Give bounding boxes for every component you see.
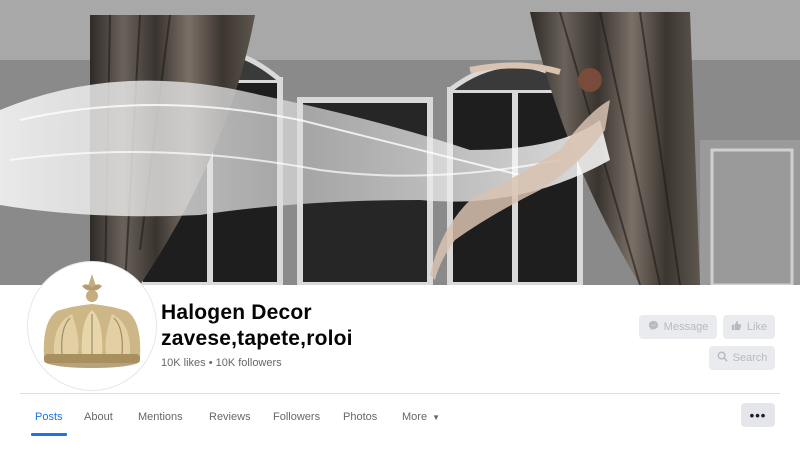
likes-count[interactable]: 10K likes — [161, 357, 206, 369]
tab-reviews[interactable]: Reviews — [209, 400, 251, 434]
more-options-button[interactable]: ••• — [741, 403, 775, 427]
search-icon — [717, 351, 728, 365]
search-button-label: Search — [732, 352, 768, 364]
page-title: Halogen Decor zavese,tapete,roloi — [161, 301, 353, 350]
search-button[interactable]: Search — [709, 346, 775, 370]
stats-separator: • — [208, 357, 213, 369]
like-button-label: Like — [746, 321, 768, 333]
profile-avatar[interactable] — [28, 262, 156, 390]
tab-about[interactable]: About — [84, 400, 113, 434]
tab-followers[interactable]: Followers — [273, 400, 320, 434]
followers-count[interactable]: 10K followers — [216, 357, 282, 369]
tab-more-label: More — [402, 411, 428, 423]
cover-image — [0, 0, 800, 285]
header-divider — [20, 393, 780, 394]
like-button[interactable]: Like — [723, 315, 775, 339]
tab-photos[interactable]: Photos — [343, 400, 377, 434]
messenger-icon — [648, 320, 659, 334]
page-stats: 10K likes • 10K followers — [161, 357, 282, 369]
page-tabs: Posts About Mentions Reviews Followers P… — [0, 400, 800, 436]
tab-more[interactable]: More ▼ — [402, 400, 440, 434]
cover-photo[interactable] — [0, 0, 800, 285]
tab-posts[interactable]: Posts — [31, 400, 66, 436]
tab-mentions[interactable]: Mentions — [138, 400, 183, 434]
message-button[interactable]: Message — [639, 315, 717, 339]
message-button-label: Message — [663, 321, 709, 333]
caret-down-icon: ▼ — [432, 412, 440, 422]
crown-logo-icon — [32, 266, 152, 386]
thumbs-up-icon — [731, 320, 742, 334]
